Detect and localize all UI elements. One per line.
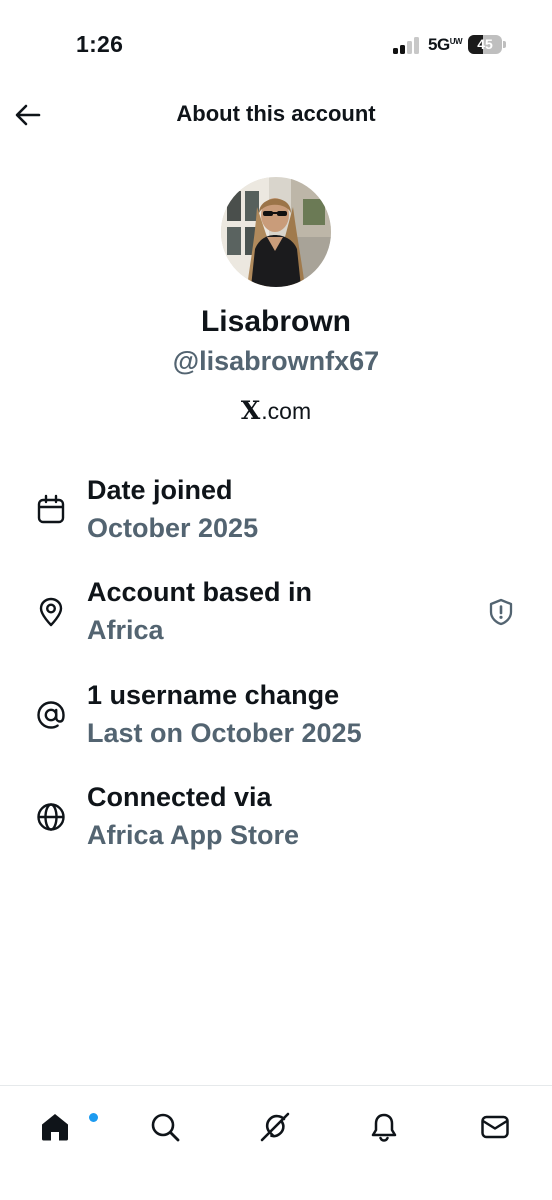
date-joined-row: Date joined October 2025 bbox=[0, 475, 552, 565]
username-change-row: 1 username change Last on October 2025 bbox=[0, 680, 552, 770]
battery-nub bbox=[503, 41, 506, 48]
network-label: 5G bbox=[428, 35, 450, 54]
info-value: Africa bbox=[87, 615, 164, 645]
account-based-in-row: Account based in Africa bbox=[0, 577, 552, 667]
cellular-signal-icon bbox=[393, 36, 421, 54]
nav-notifications[interactable] bbox=[357, 1100, 411, 1154]
page-title: About this account bbox=[176, 101, 376, 126]
info-value: Africa App Store bbox=[87, 820, 300, 850]
nav-grok[interactable] bbox=[248, 1100, 302, 1154]
info-label: Date joined bbox=[87, 475, 233, 505]
display-name: Lisabrown bbox=[200, 305, 351, 338]
mail-icon bbox=[481, 1115, 509, 1139]
nav-home[interactable] bbox=[28, 1100, 98, 1154]
info-label: Account based in bbox=[87, 577, 313, 607]
globe-icon bbox=[37, 803, 65, 831]
at-sign-icon bbox=[37, 701, 65, 729]
grok-icon bbox=[260, 1112, 290, 1142]
search-icon bbox=[151, 1113, 180, 1142]
avatar-photo bbox=[221, 177, 331, 287]
header: About this account bbox=[0, 90, 552, 142]
battery-level: 45 bbox=[477, 36, 493, 52]
bell-icon bbox=[371, 1113, 397, 1142]
calendar-icon bbox=[37, 494, 65, 524]
site-domain-suffix: .com bbox=[261, 398, 312, 424]
x-logo: X bbox=[240, 396, 261, 425]
battery-icon: 45 bbox=[468, 35, 502, 54]
network-type: 5GUW bbox=[428, 35, 463, 55]
avatar[interactable] bbox=[221, 177, 331, 287]
info-value: October 2025 bbox=[87, 513, 259, 543]
home-icon bbox=[42, 1114, 68, 1141]
info-label: 1 username change bbox=[87, 680, 340, 710]
network-sup: UW bbox=[449, 37, 463, 46]
status-bar: 1:26 5GUW 45 bbox=[0, 0, 552, 90]
connected-via-row: Connected via Africa App Store bbox=[0, 782, 552, 872]
notification-dot bbox=[89, 1113, 98, 1122]
info-label: Connected via bbox=[87, 782, 272, 812]
nav-messages[interactable] bbox=[468, 1100, 522, 1154]
info-value: Last on October 2025 bbox=[87, 718, 362, 748]
site-domain: X.com bbox=[0, 396, 552, 425]
nav-search[interactable] bbox=[138, 1100, 192, 1154]
about-account-screen: 1:26 5GUW 45 About this account Lisabrow… bbox=[0, 0, 552, 1200]
username-handle: @lisabrownfx67 bbox=[172, 346, 380, 376]
shield-alert-icon[interactable] bbox=[486, 597, 516, 627]
location-pin-icon bbox=[39, 597, 63, 627]
bottom-nav bbox=[0, 1085, 552, 1200]
status-time: 1:26 bbox=[76, 31, 124, 57]
